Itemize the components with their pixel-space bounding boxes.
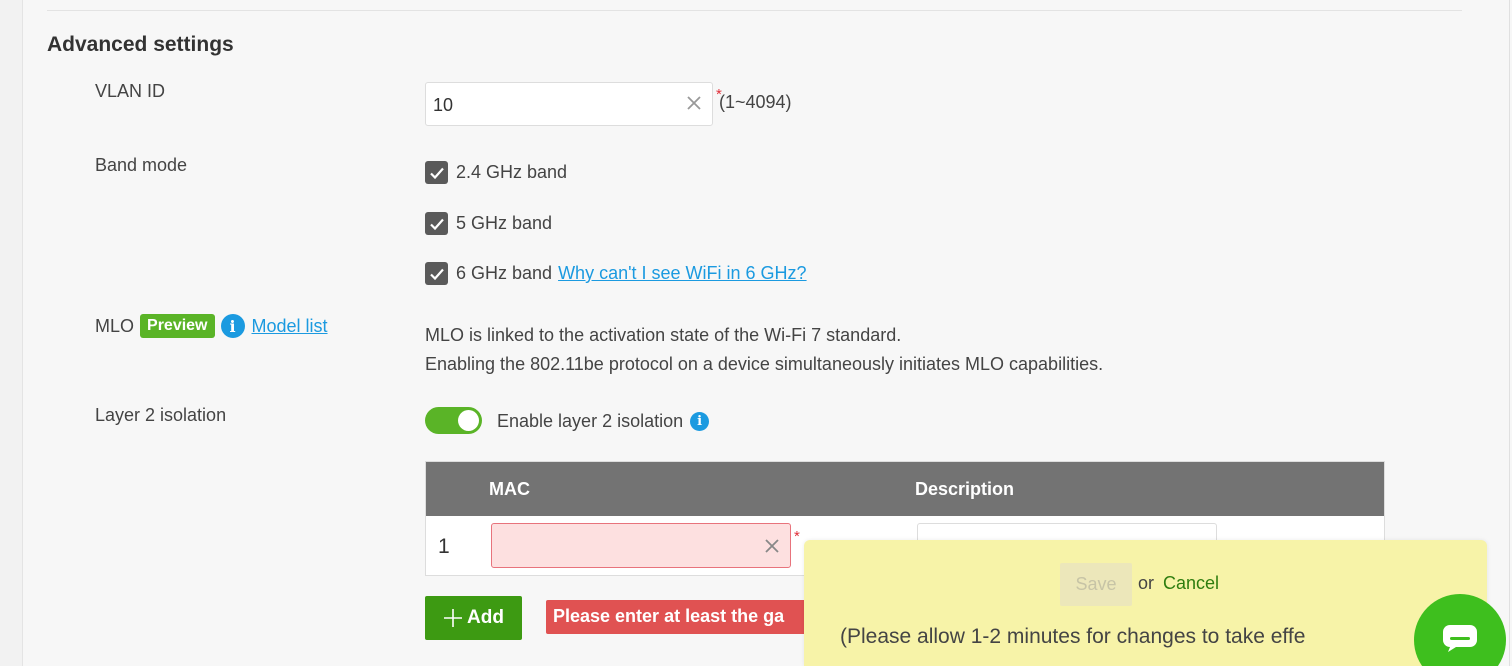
- section-title: Advanced settings: [47, 33, 234, 56]
- band-option-label: 2.4 GHz band: [456, 162, 568, 182]
- vlan-id-label: VLAN ID: [95, 81, 166, 101]
- chat-bubble-icon: [1443, 625, 1477, 652]
- row-index: 1: [438, 535, 450, 558]
- mlo-description: MLO is linked to the activation state of…: [425, 321, 1103, 379]
- info-icon[interactable]: i: [220, 314, 245, 338]
- checkbox-checked-icon[interactable]: [425, 212, 448, 235]
- column-header-mac: MAC: [489, 479, 530, 499]
- info-icon[interactable]: i: [690, 412, 710, 431]
- save-bar: Save or Cancel (Please allow 1-2 minutes…: [804, 540, 1487, 666]
- error-message: Please enter at least the ga: [546, 600, 811, 634]
- preview-badge: Preview: [140, 314, 215, 338]
- toggle-knob: [458, 410, 479, 431]
- add-button[interactable]: Add: [425, 596, 522, 640]
- vlan-range-hint: (1~4094): [719, 92, 792, 112]
- apply-note: (Please allow 1-2 minutes for changes to…: [840, 625, 1306, 648]
- toggle-label-row: Enable layer 2 isolation i: [497, 411, 710, 432]
- or-text: or: [1138, 573, 1155, 593]
- column-header-description: Description: [915, 479, 1015, 499]
- mlo-description-line: Enabling the 802.11be protocol on a devi…: [425, 354, 1104, 374]
- enable-layer2-label: Enable layer 2 isolation: [497, 411, 684, 431]
- layer2-isolation-toggle[interactable]: [425, 407, 482, 434]
- clear-icon[interactable]: [762, 536, 782, 556]
- vlan-id-input[interactable]: 10: [425, 82, 713, 126]
- required-mark: *: [794, 528, 800, 545]
- checkbox-checked-icon[interactable]: [425, 262, 448, 285]
- clear-icon[interactable]: [684, 93, 704, 113]
- mac-input[interactable]: [491, 523, 791, 568]
- add-button-label: Add: [467, 607, 504, 628]
- plus-icon: [444, 609, 463, 627]
- divider: [47, 10, 1462, 11]
- checkbox-checked-icon[interactable]: [425, 161, 448, 184]
- panel-border: [1509, 0, 1510, 666]
- band-option-2-4ghz[interactable]: 2.4 GHz band: [425, 161, 567, 184]
- mlo-label: MLO: [95, 315, 135, 336]
- save-button[interactable]: Save: [1060, 563, 1132, 606]
- table-header: MAC Description: [426, 462, 1384, 516]
- band-option-label: 6 GHz band: [456, 263, 553, 283]
- band-option-5ghz[interactable]: 5 GHz band: [425, 212, 552, 235]
- why-6ghz-link[interactable]: Why can't I see WiFi in 6 GHz?: [558, 263, 807, 284]
- mlo-description-line: MLO is linked to the activation state of…: [425, 325, 902, 345]
- layer2-isolation-label: Layer 2 isolation: [95, 405, 227, 425]
- mlo-row: MLO Preview i Model list: [95, 314, 328, 338]
- band-option-6ghz[interactable]: 6 GHz band Why can't I see WiFi in 6 GHz…: [425, 262, 807, 285]
- cancel-link[interactable]: Cancel: [1163, 573, 1219, 594]
- band-mode-label: Band mode: [95, 155, 188, 175]
- band-option-label: 5 GHz band: [456, 213, 553, 233]
- model-list-link[interactable]: Model list: [252, 316, 328, 337]
- vlan-id-value[interactable]: 10: [433, 95, 453, 116]
